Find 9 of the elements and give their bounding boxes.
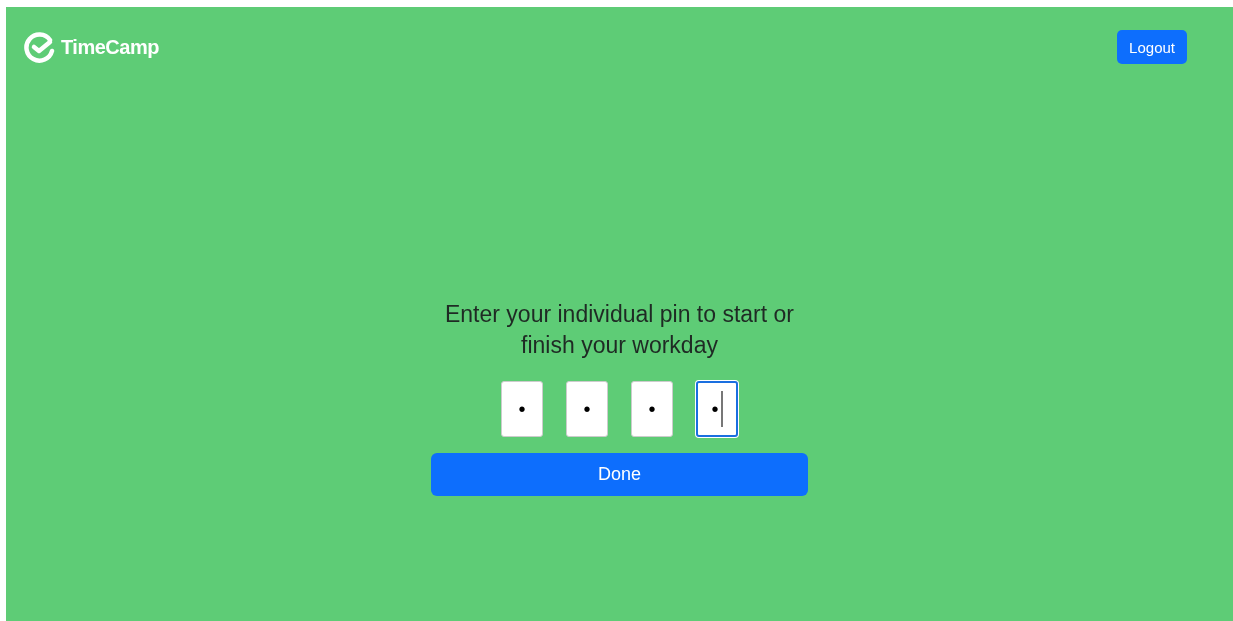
pin-prompt: Enter your individual pin to start or finish your workday bbox=[444, 300, 795, 360]
pin-field[interactable]: • bbox=[631, 381, 673, 437]
done-button[interactable]: Done bbox=[431, 453, 808, 496]
check-logo-icon bbox=[24, 31, 56, 63]
pin-field[interactable]: • bbox=[501, 381, 543, 437]
logout-button[interactable]: Logout bbox=[1117, 30, 1187, 64]
brand-name: TimeCamp bbox=[61, 35, 159, 59]
pin-field[interactable]: • bbox=[566, 381, 608, 437]
pin-field[interactable]: • bbox=[696, 381, 738, 437]
